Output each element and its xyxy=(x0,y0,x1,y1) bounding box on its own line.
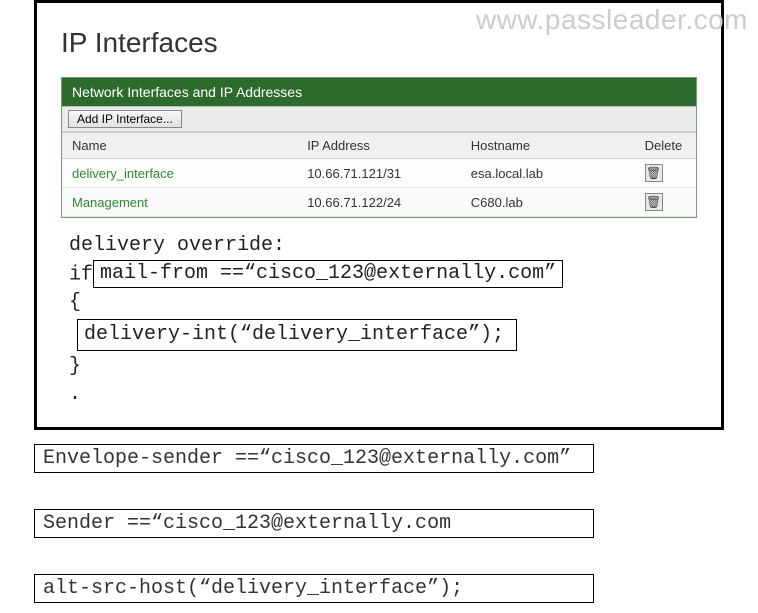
add-ip-interface-button[interactable]: Add IP Interface... xyxy=(68,110,182,128)
answer-option[interactable]: Envelope-sender ==“cisco_123@externally.… xyxy=(34,444,594,473)
code-line: ifmail-from ==“cisco_123@externally.com” xyxy=(69,260,697,289)
table-row: delivery_interface 10.66.71.121/31 esa.l… xyxy=(62,159,696,188)
table-row: Management 10.66.71.122/24 C680.lab 🗑 xyxy=(62,188,696,217)
cell-ip: 10.66.71.122/24 xyxy=(297,188,461,217)
interface-link[interactable]: Management xyxy=(72,195,148,210)
watermark-text: www.passleader.com xyxy=(476,4,748,36)
code-block: delivery override: ifmail-from ==“cisco_… xyxy=(61,232,697,409)
add-bar: Add IP Interface... xyxy=(62,106,696,132)
kw-if: if xyxy=(69,263,93,286)
col-delete: Delete xyxy=(635,133,696,159)
code-line: { xyxy=(69,289,697,317)
table-header-row: Name IP Address Hostname Delete xyxy=(62,133,696,159)
trash-icon[interactable]: 🗑 xyxy=(645,164,663,182)
cell-host: C680.lab xyxy=(461,188,635,217)
interfaces-panel: Network Interfaces and IP Addresses Add … xyxy=(61,77,697,218)
answer-options: Envelope-sender ==“cisco_123@externally.… xyxy=(34,444,758,603)
code-line: } xyxy=(69,353,697,381)
cell-host: esa.local.lab xyxy=(461,159,635,188)
code-line: . xyxy=(69,381,697,409)
drop-target-action[interactable]: delivery-int(“delivery_interface”); xyxy=(77,319,517,351)
cell-ip: 10.66.71.121/31 xyxy=(297,159,461,188)
code-line: delivery override: xyxy=(69,232,697,260)
col-ip: IP Address xyxy=(297,133,461,159)
interfaces-table: Name IP Address Hostname Delete delivery… xyxy=(62,132,696,217)
col-host: Hostname xyxy=(461,133,635,159)
interface-link[interactable]: delivery_interface xyxy=(72,166,174,181)
col-name: Name xyxy=(62,133,297,159)
answer-option[interactable]: alt-src-host(“delivery_interface”); xyxy=(34,574,594,603)
drop-target-condition[interactable]: mail-from ==“cisco_123@externally.com” xyxy=(93,260,563,288)
trash-icon[interactable]: 🗑 xyxy=(645,193,663,211)
question-frame: IP Interfaces Network Interfaces and IP … xyxy=(34,0,724,430)
answer-option[interactable]: Sender ==“cisco_123@externally.com xyxy=(34,509,594,538)
panel-header: Network Interfaces and IP Addresses xyxy=(62,78,696,106)
